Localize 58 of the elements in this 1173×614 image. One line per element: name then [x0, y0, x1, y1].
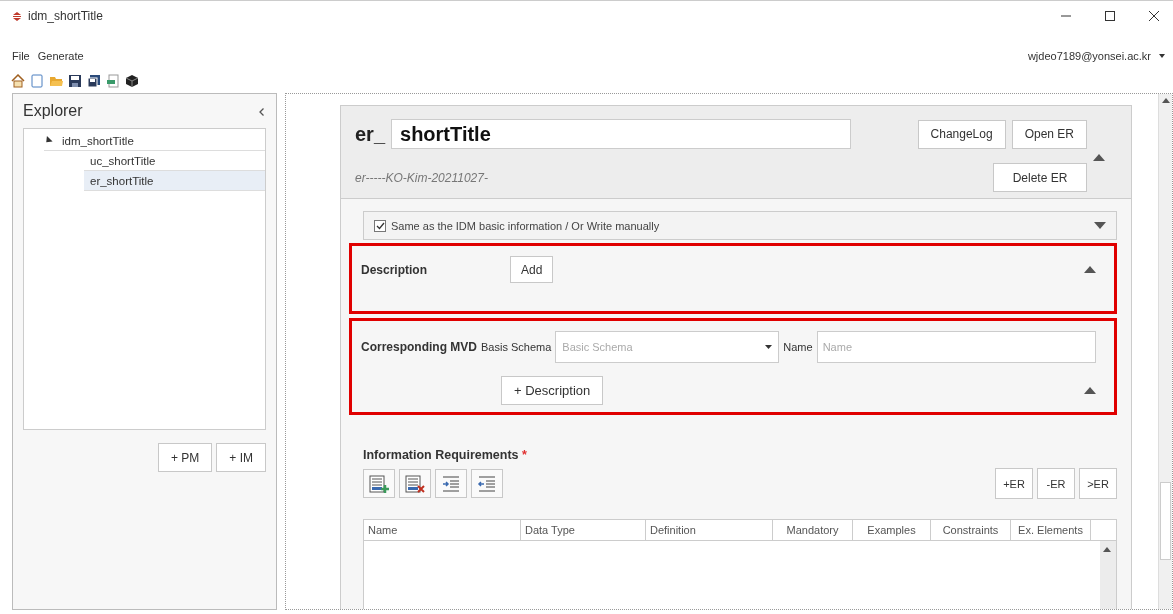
- expand-icon[interactable]: [1094, 222, 1106, 229]
- add-row-icon[interactable]: [368, 473, 390, 494]
- add-row-button[interactable]: [363, 469, 395, 498]
- add-description-button[interactable]: + Description: [501, 376, 604, 405]
- close-icon[interactable]: [1148, 10, 1160, 22]
- window-title: idm_shortTitle: [28, 9, 104, 23]
- delete-button[interactable]: Delete ER: [993, 163, 1087, 192]
- user-menu[interactable]: wjdeo7189@yonsei.ac.kr: [1027, 50, 1165, 62]
- er-prefix: er_: [355, 122, 386, 146]
- save-as-icon[interactable]: [87, 74, 101, 88]
- er-button[interactable]: >ER: [1079, 468, 1117, 499]
- im-button[interactable]: + IM: [216, 443, 266, 472]
- checkbox[interactable]: [374, 219, 386, 232]
- caret-icon[interactable]: [1159, 54, 1165, 58]
- app-logo-icon: [12, 10, 22, 22]
- column-header[interactable]: Ex. Elements: [1011, 520, 1091, 540]
- document-icon[interactable]: [106, 74, 120, 88]
- section-label: Description: [361, 262, 428, 277]
- menu-item[interactable]: Generate: [37, 50, 84, 62]
- cube-icon[interactable]: [125, 74, 139, 88]
- collapse-icon[interactable]: [1093, 154, 1105, 161]
- er-button[interactable]: +ER: [995, 468, 1033, 499]
- name-field[interactable]: Name: [816, 331, 1096, 363]
- same-as-basic-row[interactable]: Same as the IDM basic information / Or Write manually: [363, 211, 1117, 240]
- field-label: Name: [783, 341, 813, 353]
- outdent-icon[interactable]: [477, 474, 497, 493]
- indent-icon[interactable]: [441, 474, 461, 493]
- scroll-up-icon[interactable]: [1103, 547, 1111, 552]
- er-button[interactable]: -ER: [1037, 468, 1075, 499]
- section-title: Information Requirements *: [363, 448, 528, 462]
- field-label: Basis Schema: [481, 341, 552, 353]
- collapse-icon[interactable]: [1084, 266, 1096, 273]
- header-button[interactable]: ChangeLog: [917, 119, 1006, 149]
- menu-item[interactable]: File: [12, 50, 30, 62]
- column-header[interactable]: Examples: [853, 520, 931, 540]
- tree-item[interactable]: er_shortTitle: [84, 171, 265, 191]
- caret-icon[interactable]: [765, 345, 773, 349]
- home-icon[interactable]: [11, 74, 25, 88]
- section-label: Corresponding MVD: [361, 340, 477, 354]
- column-header[interactable]: Mandatory: [773, 520, 853, 540]
- checkbox-label: Same as the IDM basic information / Or Write manually: [391, 219, 661, 232]
- delete-row-icon[interactable]: [404, 473, 426, 494]
- maximize-icon[interactable]: [1104, 10, 1116, 22]
- column-header[interactable]: Data Type: [521, 520, 646, 540]
- delete-row-button[interactable]: [399, 469, 431, 498]
- header-button[interactable]: Open ER: [1011, 119, 1087, 149]
- column-header[interactable]: Constraints: [931, 520, 1011, 540]
- title-input[interactable]: shortTitle: [391, 119, 852, 149]
- column-header[interactable]: Definition: [646, 520, 773, 540]
- explorer-title: Explorer: [23, 102, 83, 120]
- save-icon[interactable]: [68, 74, 82, 88]
- column-header[interactable]: Name: [364, 520, 521, 540]
- er-code: er-----KO-Kim-20211027-: [355, 170, 489, 185]
- pm-button[interactable]: + PM: [158, 443, 213, 472]
- collapse-icon[interactable]: [1084, 387, 1096, 394]
- chevron-left-icon[interactable]: [259, 107, 264, 116]
- add-description-button[interactable]: Add: [510, 256, 554, 283]
- scroll-up-icon[interactable]: [1162, 98, 1170, 103]
